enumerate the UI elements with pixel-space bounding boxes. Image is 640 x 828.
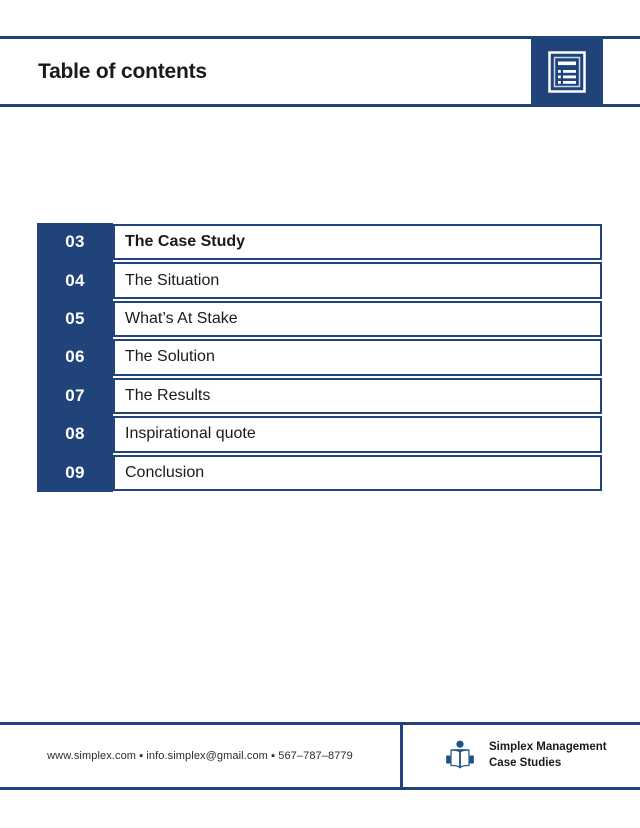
toc-row-number: 06 <box>65 347 85 367</box>
page-footer: www.simplex.com ▪ info.simplex@gmail.com… <box>0 722 640 790</box>
table-row[interactable]: 07 The Results <box>37 377 602 415</box>
toc-row-label-cell[interactable]: Inspirational quote <box>113 416 602 453</box>
header-rule-bottom <box>602 104 640 107</box>
table-row[interactable]: 08 Inspirational quote <box>37 415 602 453</box>
toc-row-label: The Results <box>125 386 211 404</box>
table-row[interactable]: 04 The Situation <box>37 261 602 299</box>
footer-contact-text[interactable]: www.simplex.com ▪ info.simplex@gmail.com… <box>47 750 353 762</box>
toc-row-label: Inspirational quote <box>125 425 256 443</box>
header-icon-container <box>531 36 603 107</box>
toc-row-label-cell[interactable]: The Situation <box>113 262 602 299</box>
document-page: Table of contents 03 The Case Study 04 T… <box>0 0 640 828</box>
toc-row-number: 03 <box>65 232 85 252</box>
toc-row-label: The Case Study <box>125 233 246 251</box>
table-row[interactable]: 05 What’s At Stake <box>37 300 602 338</box>
toc-row-number: 09 <box>65 462 85 482</box>
document-list-icon <box>547 50 587 94</box>
footer-brand-section: Simplex Management Case Studies <box>403 725 640 787</box>
toc-row-number: 04 <box>65 270 85 290</box>
table-of-contents: 03 The Case Study 04 The Situation 05 Wh… <box>37 223 602 492</box>
toc-row-label-cell[interactable]: The Solution <box>113 339 602 376</box>
footer-brand-line-2: Case Studies <box>489 757 562 769</box>
toc-row-label-cell[interactable]: Conclusion <box>113 454 602 491</box>
table-row[interactable]: 09 Conclusion <box>37 454 602 492</box>
page-title: Table of contents <box>38 59 207 83</box>
header-rule-top <box>602 36 640 39</box>
toc-row-label: What’s At Stake <box>125 310 238 328</box>
toc-row-label: The Situation <box>125 271 220 289</box>
toc-row-label: The Solution <box>125 348 215 366</box>
toc-row-list: 03 The Case Study 04 The Situation 05 Wh… <box>37 223 602 492</box>
footer-brand-name: Simplex Management Case Studies <box>489 740 607 771</box>
toc-row-number: 07 <box>65 385 85 405</box>
toc-row-label-cell[interactable]: The Case Study <box>113 224 602 261</box>
table-row[interactable]: 06 The Solution <box>37 338 602 376</box>
open-book-reader-icon <box>443 739 477 773</box>
toc-row-label-cell[interactable]: The Results <box>113 377 602 415</box>
toc-row-label: Conclusion <box>125 463 205 481</box>
footer-contact-section: www.simplex.com ▪ info.simplex@gmail.com… <box>0 725 403 787</box>
table-row[interactable]: 03 The Case Study <box>37 223 602 261</box>
toc-row-number: 08 <box>65 424 85 444</box>
toc-row-label-cell[interactable]: What’s At Stake <box>113 300 602 338</box>
toc-row-number: 05 <box>65 309 85 329</box>
footer-brand-line-1: Simplex Management <box>489 741 607 754</box>
page-header: Table of contents <box>0 36 602 107</box>
